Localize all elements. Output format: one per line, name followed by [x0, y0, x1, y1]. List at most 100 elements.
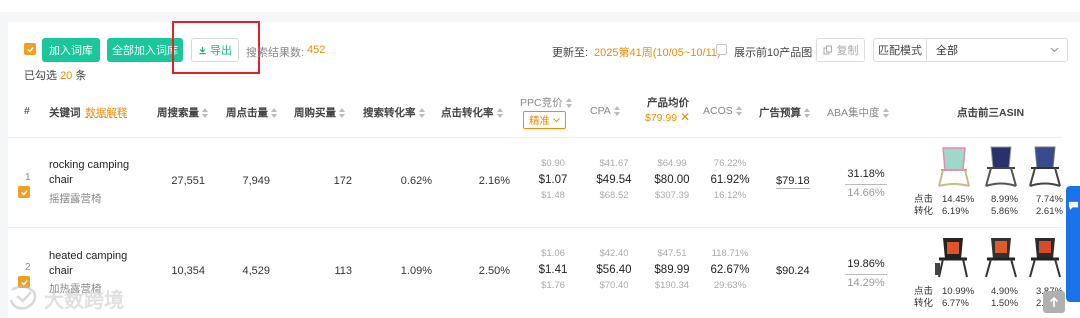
asin-stats-1: 14.45% 6.19% — [942, 194, 974, 218]
acos-high: 16.12% — [713, 190, 747, 201]
sort-icon — [496, 108, 503, 119]
ppc-high: $1.48 — [541, 190, 565, 201]
keyword-translation: 摇摆露营椅 — [49, 193, 102, 205]
cpa-mid: $56.40 — [596, 264, 632, 276]
arrow-up-icon — [1049, 296, 1059, 307]
header-weekly-search[interactable]: 周搜索量 — [157, 105, 208, 120]
ctr-value: 2.50% — [478, 265, 510, 277]
header-keyword-label: 关键词 — [49, 107, 81, 119]
header-cpa-label: CPA — [590, 105, 611, 117]
aba-secondary: 14.66% — [847, 187, 885, 199]
avg-price-filter[interactable]: $79.99 ✕ — [645, 110, 690, 124]
product-image-asin-1[interactable] — [933, 235, 971, 281]
asin-conv: 6.19% — [942, 206, 969, 217]
acos-high: 29.63% — [713, 280, 747, 291]
weekly-search-value: 27,551 — [171, 175, 205, 187]
asin-stats-3: 7.74% 2.61% — [1036, 194, 1063, 218]
chat-icon — [1068, 201, 1079, 211]
sort-icon — [804, 108, 810, 119]
header-ad-budget[interactable]: 广告预算 — [759, 105, 810, 120]
product-image-asin-2[interactable] — [982, 144, 1020, 190]
cpa-values: $41.67 $49.54 $68.52 — [590, 156, 638, 204]
acos-values: 118.71% 62.67% 29.63% — [703, 246, 757, 294]
ppc-values: $1.06 $1.41 $1.76 — [530, 246, 576, 294]
selected-summary: 已勾选 20 条 — [24, 67, 86, 83]
keyword-link[interactable]: rocking camping chair — [49, 158, 144, 188]
cpa-low: $42.40 — [599, 248, 629, 259]
header-keyword: 关键词 数据解释 — [49, 105, 127, 120]
price-low: $47.51 — [657, 248, 687, 259]
row-divider — [8, 137, 1062, 138]
header-ppc-label: PPC竞价 — [520, 97, 563, 109]
header-weekly-clicks-label: 周点击量 — [226, 107, 268, 119]
weekly-clicks-value: 7,949 — [242, 175, 270, 187]
header-weekly-purchases-label: 周购买量 — [294, 107, 336, 119]
budget-value: $79.18 — [776, 175, 810, 189]
copy-button[interactable]: 复制 — [816, 38, 865, 62]
header-acos[interactable]: ACOS — [703, 105, 742, 117]
sort-icon — [202, 108, 208, 119]
search-count: 452 — [307, 44, 326, 56]
asin-stats-1: 10.99% 6.77% — [942, 286, 974, 310]
copy-icon — [823, 45, 832, 55]
select-all-checkbox[interactable] — [24, 43, 36, 55]
keyword-link[interactable]: heated camping chair — [49, 249, 144, 279]
product-image-asin-3[interactable] — [1026, 144, 1064, 190]
aba-values: 31.18% 14.66% — [845, 166, 887, 202]
header-ppc[interactable]: PPC竞价 — [520, 95, 572, 110]
sort-icon — [882, 108, 889, 119]
weekly-clicks-value: 4,529 — [242, 265, 270, 277]
watermark-text: 大数跨境 — [44, 288, 124, 312]
match-mode-value: 全部 — [936, 45, 958, 57]
close-icon[interactable]: ✕ — [680, 110, 690, 124]
updated-value: 2025第41周(10/05~10/11) — [594, 47, 721, 59]
price-values: $47.51 $89.99 $190.34 — [647, 246, 697, 294]
add-to-library-button[interactable]: 加入词库 — [42, 38, 100, 62]
data-explain-link[interactable]: 数据解释 — [85, 107, 127, 119]
row-checkbox[interactable] — [18, 186, 30, 198]
header-acos-label: ACOS — [703, 105, 733, 117]
sort-icon — [271, 108, 277, 119]
header-aba[interactable]: ABA集中度 — [827, 105, 889, 120]
asin-click-conv-labels: 点击 转化 — [914, 194, 933, 218]
watermark-logo-icon — [9, 285, 37, 310]
header-ctr[interactable]: 点击转化率 — [441, 105, 503, 120]
ppc-mid: $1.41 — [538, 264, 568, 276]
row-index: 1 — [25, 172, 31, 183]
sort-icon — [613, 106, 620, 117]
header-cpa[interactable]: CPA — [590, 105, 620, 117]
weekly-purchases-value: 172 — [333, 175, 352, 187]
side-chat-button[interactable] — [1066, 186, 1080, 302]
show-top10-checkbox[interactable] — [716, 44, 727, 55]
back-to-top-button[interactable] — [1043, 291, 1065, 313]
header-search-cvr[interactable]: 搜索转化率 — [363, 105, 425, 120]
asin-click: 4.90% — [991, 286, 1018, 297]
aba-secondary: 14.29% — [847, 277, 885, 289]
asin-click: 7.74% — [1036, 194, 1063, 205]
header-index: # — [24, 105, 30, 117]
row-index: 2 — [25, 262, 31, 273]
asin-conv: 1.50% — [991, 298, 1018, 309]
match-mode-select[interactable]: 全部 — [926, 38, 1068, 62]
price-mid: $89.99 — [654, 264, 690, 276]
row-divider — [8, 227, 1062, 228]
search-cvr-value: 1.09% — [400, 265, 432, 277]
header-ad-budget-label: 广告预算 — [759, 107, 801, 119]
asin-conv: 2.61% — [1036, 206, 1063, 217]
header-ctr-label: 点击转化率 — [441, 107, 494, 119]
budget-value: $90.24 — [776, 265, 810, 277]
ppc-values: $0.90 $1.07 $1.48 — [530, 156, 576, 204]
watermark: 大数跨境 — [8, 283, 148, 312]
selected-unit: 条 — [75, 70, 87, 82]
conv-label: 转化 — [914, 298, 934, 309]
header-weekly-clicks[interactable]: 周点击量 — [226, 105, 277, 120]
product-image-asin-3[interactable] — [1026, 235, 1064, 281]
price-values: $64.99 $80.00 $307.39 — [647, 156, 697, 204]
ppc-mode-select[interactable]: 精准 — [523, 111, 566, 129]
product-image-asin-1[interactable] — [935, 144, 973, 190]
header-weekly-purchases[interactable]: 周购买量 — [294, 105, 345, 120]
copy-label: 复制 — [836, 45, 859, 57]
product-image-asin-2[interactable] — [982, 235, 1020, 281]
ppc-mode-value: 精准 — [529, 114, 550, 127]
selected-count: 20 — [60, 70, 73, 82]
